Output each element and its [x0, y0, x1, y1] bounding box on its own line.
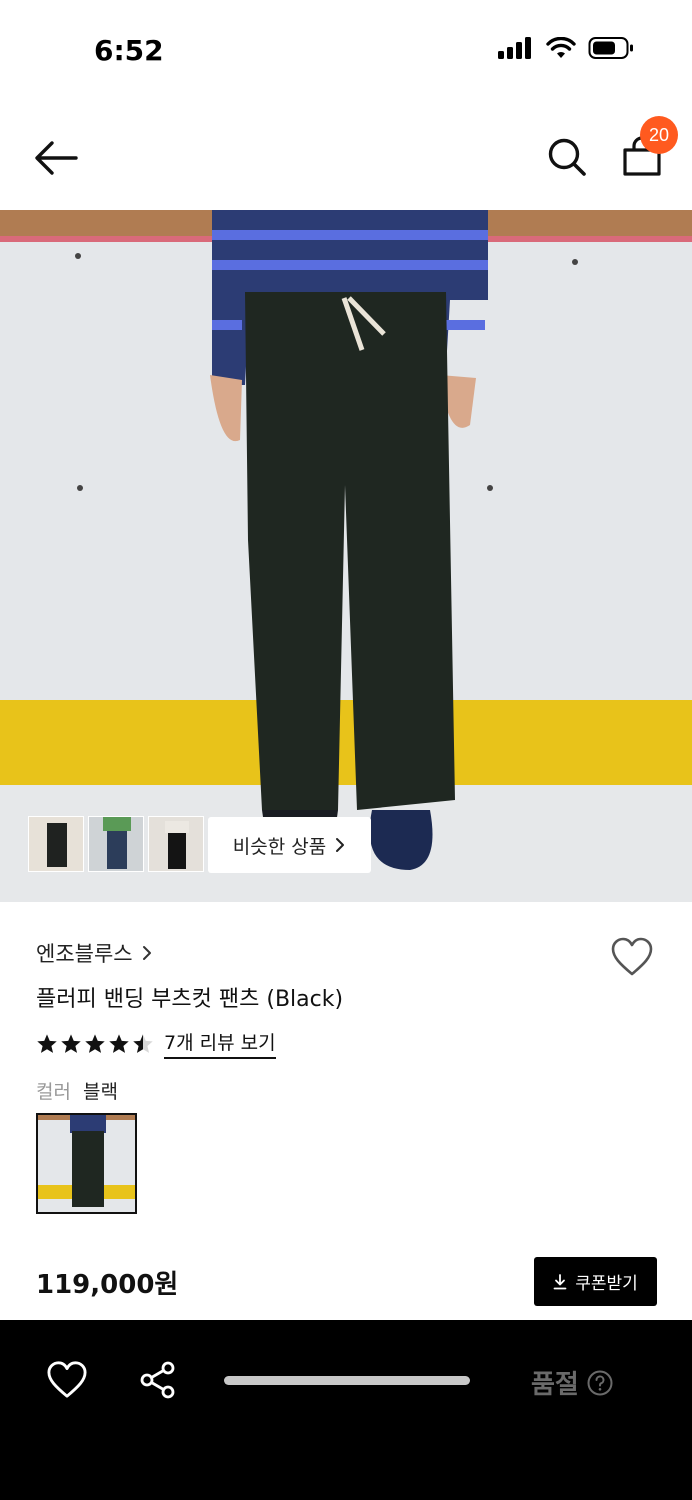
- home-indicator[interactable]: [224, 1376, 470, 1385]
- wifi-icon: [546, 37, 576, 58]
- thumbnail-1[interactable]: [28, 816, 84, 872]
- bottom-wishlist-button[interactable]: [46, 1360, 88, 1400]
- product-hero-image[interactable]: [0, 210, 692, 902]
- reviews-link[interactable]: 7개 리뷰 보기: [164, 1028, 276, 1059]
- star-rating: [36, 1033, 154, 1055]
- product-title: 플러피 밴딩 부츠컷 팬츠 (Black): [36, 987, 344, 1012]
- search-button[interactable]: [546, 136, 588, 178]
- brand-name: 엔조블루스: [36, 942, 133, 966]
- share-icon: [140, 1361, 175, 1399]
- star-icon: [61, 1033, 81, 1053]
- star-icon: [109, 1033, 129, 1053]
- heart-icon: [611, 937, 653, 976]
- soldout-status: 품절: [531, 1364, 613, 1401]
- share-button[interactable]: [138, 1360, 178, 1400]
- status-icons: [498, 36, 634, 60]
- signal-icon: [498, 37, 531, 59]
- soldout-label: 품절: [531, 1370, 579, 1400]
- thumbnail-2[interactable]: [88, 816, 144, 872]
- question-icon[interactable]: [587, 1370, 613, 1396]
- color-option-row: 컬러 블랙: [36, 1077, 118, 1104]
- star-half-icon: [133, 1033, 153, 1053]
- back-arrow-icon: [35, 141, 78, 175]
- thumbnail-3[interactable]: [148, 816, 204, 872]
- coupon-button[interactable]: 쿠폰받기: [534, 1257, 657, 1306]
- coupon-label: 쿠폰받기: [575, 1274, 638, 1294]
- color-value: 블랙: [82, 1081, 118, 1103]
- status-time: 6:52: [94, 34, 164, 67]
- status-bar: 6:52: [0, 0, 692, 100]
- price: 119,000원: [36, 1270, 179, 1300]
- brand-link[interactable]: 엔조블루스: [36, 938, 153, 968]
- back-button[interactable]: [32, 138, 80, 178]
- download-icon: [553, 1273, 567, 1289]
- color-label: 컬러: [36, 1081, 71, 1103]
- chevron-right-icon: [142, 946, 151, 960]
- rating-row: 7개 리뷰 보기: [36, 1028, 276, 1059]
- battery-icon: [588, 37, 633, 59]
- wishlist-button[interactable]: [610, 936, 654, 978]
- star-icon: [85, 1033, 105, 1053]
- nav-bar: 20: [0, 112, 692, 202]
- similar-products-button[interactable]: 비슷한 상품: [208, 817, 371, 873]
- similar-products-label: 비슷한 상품: [232, 835, 327, 858]
- bottom-action-bar: 품절: [0, 1320, 692, 1500]
- search-icon: [548, 138, 586, 176]
- chevron-right-icon: [336, 838, 345, 852]
- heart-icon: [47, 1361, 87, 1398]
- cart-count-badge: 20: [640, 116, 678, 154]
- color-swatch-black[interactable]: [36, 1113, 137, 1214]
- star-icon: [37, 1033, 57, 1053]
- thumbnail-strip: [28, 816, 204, 872]
